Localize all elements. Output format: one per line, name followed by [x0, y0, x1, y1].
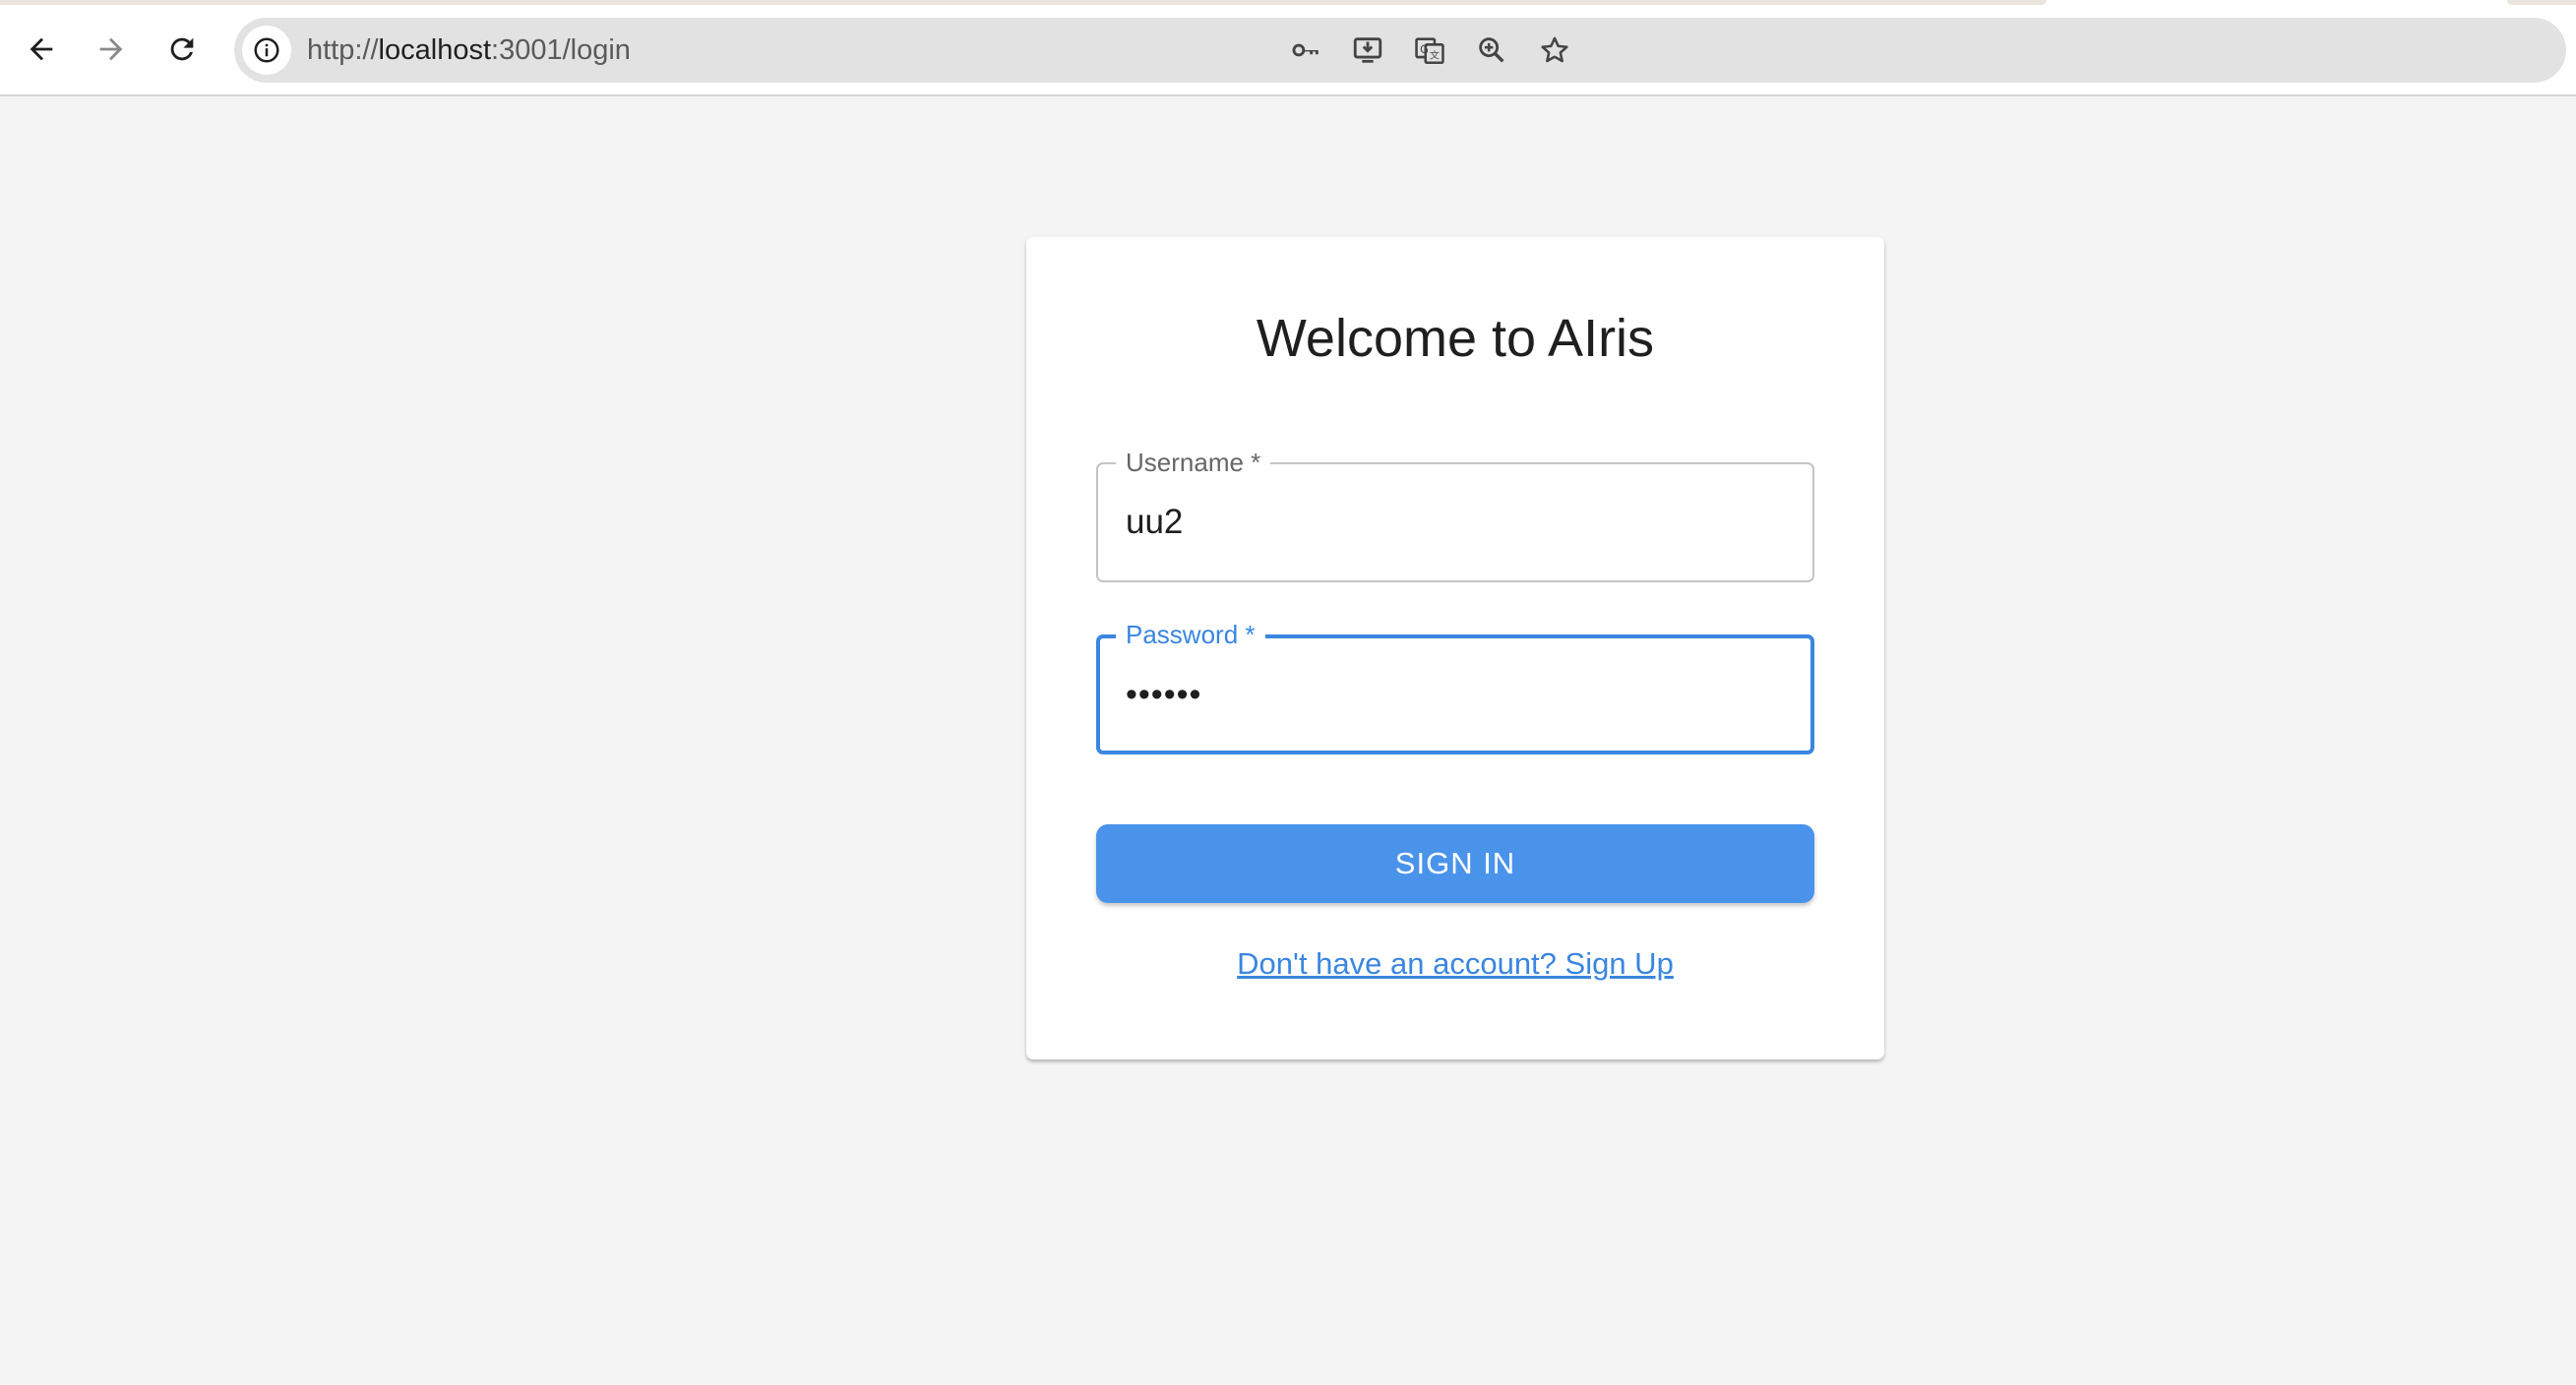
translate-button[interactable]: G 文 [1410, 30, 1449, 70]
password-input[interactable]: •••••• [1126, 638, 1201, 751]
info-icon [254, 37, 279, 63]
back-button[interactable] [20, 28, 63, 71]
password-manager-button[interactable] [1286, 30, 1325, 70]
address-bar[interactable]: http://localhost:3001/login G 文 [234, 18, 2566, 83]
password-field[interactable]: Password * •••••• [1096, 617, 1814, 754]
url-path: :3001/login [491, 34, 631, 66]
sign-up-link[interactable]: Don't have an account? Sign Up [1026, 943, 1884, 985]
bookmark-button[interactable] [1535, 30, 1574, 70]
site-info-button[interactable] [242, 26, 291, 75]
key-icon [1292, 43, 1319, 57]
zoom-button[interactable] [1472, 30, 1511, 70]
username-input[interactable]: uu2 [1126, 464, 1183, 580]
forward-button[interactable] [90, 28, 133, 71]
reload-icon [170, 37, 194, 61]
url-scheme: http:// [307, 34, 379, 66]
login-card: Welcome to AIris Username * uu2 Password… [1026, 237, 1884, 1059]
install-app-icon [1353, 37, 1382, 63]
zoom-icon [1479, 37, 1504, 63]
sign-in-button[interactable]: SIGN IN [1096, 824, 1814, 903]
browser-toolbar: http://localhost:3001/login G 文 [0, 0, 2576, 96]
username-field[interactable]: Username * uu2 [1096, 445, 1814, 582]
star-icon [1541, 36, 1568, 63]
url-host: localhost [378, 34, 492, 66]
tab-strip-edge-right [2507, 0, 2576, 5]
forward-arrow-icon [99, 37, 123, 61]
svg-text:文: 文 [1430, 49, 1440, 62]
reload-button[interactable] [160, 28, 204, 71]
install-app-button[interactable] [1348, 30, 1387, 70]
translate-icon: G 文 [1415, 37, 1444, 65]
back-arrow-icon [30, 37, 53, 61]
tab-strip-edge [0, 0, 2047, 5]
url-text[interactable]: http://localhost:3001/login [307, 18, 631, 83]
page-title: Welcome to AIris [1256, 309, 1655, 368]
svg-text:G: G [1420, 42, 1429, 56]
